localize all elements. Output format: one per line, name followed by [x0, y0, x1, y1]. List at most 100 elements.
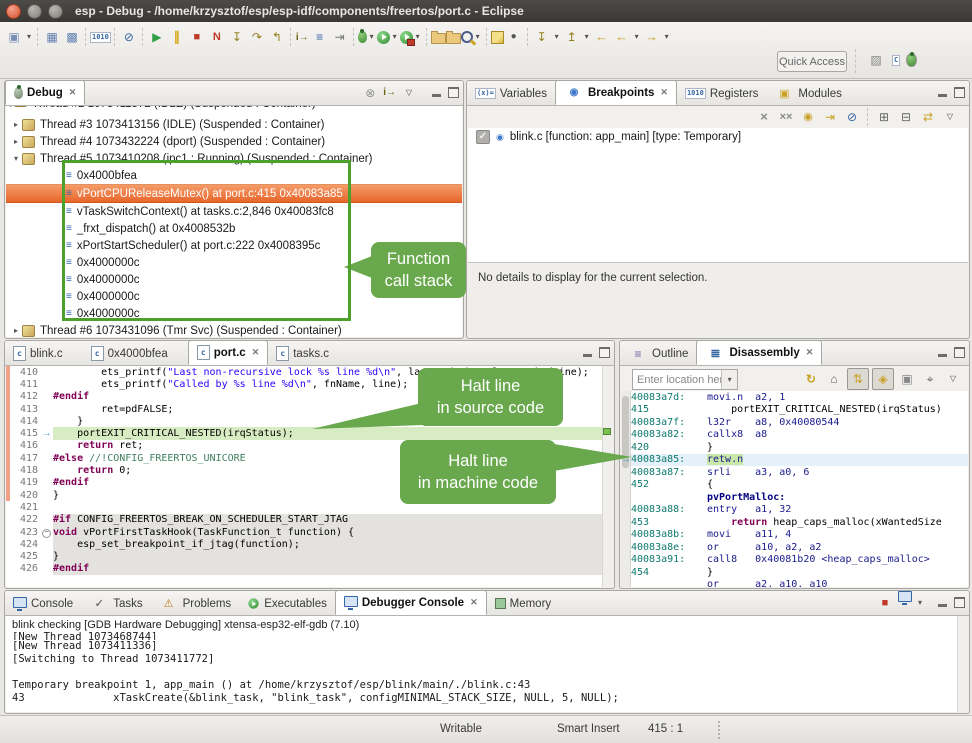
code-line-423[interactable]: 423−void vPortFirstTaskHook(TaskFunction… — [6, 526, 613, 538]
terminate-icon[interactable]: ■ — [875, 593, 895, 613]
quick-access-button[interactable]: Quick Access — [777, 51, 847, 72]
track-expression-icon[interactable]: ◈ — [872, 368, 894, 390]
disassembly-row[interactable]: 452{ — [631, 479, 968, 492]
tab-disassembly[interactable]: ≣Disassembly✕ — [696, 340, 822, 365]
window-maximize-icon[interactable] — [48, 4, 63, 19]
disassembly-row[interactable]: 40083a87:srli a3, a0, 6 — [631, 466, 968, 479]
search-icon[interactable] — [461, 31, 473, 43]
close-icon[interactable]: ✕ — [660, 87, 668, 98]
disassembly-row[interactable]: 454} — [631, 566, 968, 579]
expand-all-icon[interactable]: ⊞ — [874, 107, 894, 127]
editor-annotation-column[interactable] — [602, 366, 613, 587]
stack-frame-row[interactable]: ≡0x4000bfea — [6, 167, 462, 184]
disassembly-row[interactable]: 40083a8e:or a10, a2, a2 — [631, 541, 968, 554]
minimize-view-icon[interactable] — [938, 354, 947, 357]
view-menu-icon[interactable]: ▽ — [399, 83, 419, 103]
tab-variables[interactable]: (x)=Variables — [467, 82, 555, 105]
combo-dropdown-icon[interactable]: ▾ — [721, 370, 737, 389]
instruction-stepping-icon[interactable]: i→ — [382, 83, 397, 103]
editor-tab-portc[interactable]: cport.c✕ — [188, 340, 269, 365]
open-resource-icon[interactable] — [446, 33, 461, 44]
code-line-426[interactable]: 426#endif — [6, 563, 613, 575]
expand-arrow-icon[interactable]: ▾ — [10, 154, 22, 163]
disassembly-row[interactable]: 40083a7d:movi.n a2, 1 — [631, 391, 968, 404]
resume-icon[interactable]: ▶ — [147, 27, 167, 47]
location-combo[interactable]: Enter location here ▾ — [632, 369, 738, 390]
location-input[interactable]: Enter location here — [633, 374, 721, 386]
disassembly-row[interactable]: 40083a82:callx8 a8 — [631, 429, 968, 442]
expand-arrow-icon[interactable]: ▸ — [10, 137, 22, 146]
expand-arrow-icon[interactable]: ▸ — [10, 120, 22, 129]
skip-all-breakpoints-icon[interactable]: ⊘ — [119, 27, 139, 47]
code-line-425[interactable]: 425} — [6, 550, 613, 562]
back-history-icon[interactable]: ← — [612, 27, 632, 47]
thread-row[interactable]: ▸Thread #3 1073413156 (IDLE) (Suspended … — [6, 116, 462, 133]
code-line-415[interactable]: 415→ portEXIT_CRITICAL_NESTED(irqStatus)… — [6, 427, 613, 439]
save-all-icon[interactable]: ▩ — [62, 27, 82, 47]
stack-frame-row[interactable]: ≡vPortCPUReleaseMutex() at port.c:415 0x… — [6, 184, 462, 203]
editor-tab-tasksc[interactable]: ctasks.c — [268, 342, 337, 365]
tab-modules[interactable]: ▣Modules — [766, 82, 849, 105]
tab-problems[interactable]: ⚠Problems — [151, 592, 240, 615]
go-to-file-icon[interactable]: ⇥ — [820, 107, 840, 127]
stack-frame-row[interactable]: ≡vTaskSwitchContext() at tasks.c:2,846 0… — [6, 203, 462, 220]
pin-icon[interactable]: ⌖ — [920, 369, 940, 389]
dropdown[interactable]: ▾ — [915, 593, 925, 613]
show-console-icon[interactable]: ≡ — [310, 27, 330, 47]
window-close-icon[interactable] — [6, 4, 21, 19]
new-wizard-icon[interactable]: ▣ — [4, 27, 24, 47]
remove-breakpoint-icon[interactable]: × — [754, 107, 774, 127]
open-perspective-icon[interactable]: ▨ — [866, 50, 886, 70]
stack-frame-row[interactable]: ≡_frxt_dispatch() at 0x4008532b — [6, 220, 462, 237]
next-annotation-icon[interactable]: ↥ — [562, 27, 582, 47]
refresh-icon[interactable]: ↻ — [801, 369, 821, 389]
thread-row[interactable]: ▾Thread #5 1073410208 (ipc1 : Running) (… — [6, 150, 462, 167]
dropdown[interactable]: ▾ — [582, 27, 592, 47]
close-icon[interactable]: ✕ — [252, 347, 260, 358]
disconnect-icon[interactable]: N — [207, 27, 227, 47]
step-filters-icon[interactable]: ⇥ — [330, 27, 350, 47]
step-into-icon[interactable]: ↧ — [227, 27, 247, 47]
minimize-view-icon[interactable] — [938, 94, 947, 97]
back-icon[interactable]: ← — [592, 27, 612, 47]
disassembly-row[interactable]: 453 return heap_caps_malloc(xWantedSize — [631, 516, 968, 529]
thread-row[interactable]: ▸Thread #2 1073411572 (IDLE) (Suspended … — [6, 106, 462, 116]
maximize-view-icon[interactable] — [448, 87, 459, 98]
console-scrollbar[interactable] — [957, 616, 968, 712]
maximize-view-icon[interactable] — [954, 87, 965, 98]
close-icon[interactable]: ✕ — [806, 347, 814, 358]
tab-debugger-console[interactable]: Debugger Console✕ — [335, 590, 487, 615]
code-line-424[interactable]: 424 esp_set_breakpoint_if_jtag(function)… — [6, 538, 613, 550]
terminate-icon[interactable]: ■ — [187, 27, 207, 47]
code-line-422[interactable]: 422#if CONFIG_FREERTOS_BREAK_ON_SCHEDULE… — [6, 514, 613, 526]
disassembly-row[interactable]: pvPortMalloc: — [631, 491, 968, 504]
editor-tab-0x4000bfea[interactable]: c0x4000bfea — [83, 342, 176, 365]
binary-display-icon[interactable]: 1010 — [90, 32, 111, 43]
suspend-icon[interactable]: ∥ — [167, 27, 187, 47]
tab-tasks[interactable]: ✓Tasks — [81, 592, 150, 615]
disassembly-row[interactable]: →40083a85:retw.n — [631, 454, 968, 467]
remove-terminated-icon[interactable]: ⊗ — [360, 83, 380, 103]
view-menu-icon[interactable]: ▽ — [943, 369, 963, 389]
save-icon[interactable]: ▦ — [42, 27, 62, 47]
tab-executables[interactable]: Executables — [239, 592, 335, 615]
dropdown[interactable]: ▾ — [367, 27, 377, 47]
external-tools-icon[interactable] — [400, 31, 413, 44]
stack-frame-row[interactable]: ≡0x4000000c — [6, 305, 462, 322]
view-menu-icon[interactable]: ▽ — [940, 107, 960, 127]
title-bar[interactable]: esp - Debug - /home/krzysztof/esp/esp-id… — [0, 0, 972, 22]
dropdown[interactable]: ▾ — [552, 27, 562, 47]
display-console-icon[interactable] — [898, 591, 912, 602]
editor-tab-blinkc[interactable]: cblink.c — [5, 342, 71, 365]
window-minimize-icon[interactable] — [27, 4, 42, 19]
forward-icon[interactable]: → — [642, 27, 662, 47]
tab-registers[interactable]: 1010Registers — [677, 82, 766, 105]
debug-tree[interactable]: ▸Thread #2 1073411572 (IDLE) (Suspended … — [6, 106, 462, 337]
disassembly-row[interactable]: 40083a7f:l32r a8, 0x40080544 — [631, 416, 968, 429]
run-icon[interactable] — [377, 31, 390, 44]
fold-icon[interactable]: − — [40, 527, 53, 538]
open-element-icon[interactable] — [431, 33, 446, 44]
maximize-view-icon[interactable] — [954, 347, 965, 358]
home-icon[interactable]: ⌂ — [824, 369, 844, 389]
disassembly-row[interactable]: 40083a8b:movi a11, 4 — [631, 529, 968, 542]
